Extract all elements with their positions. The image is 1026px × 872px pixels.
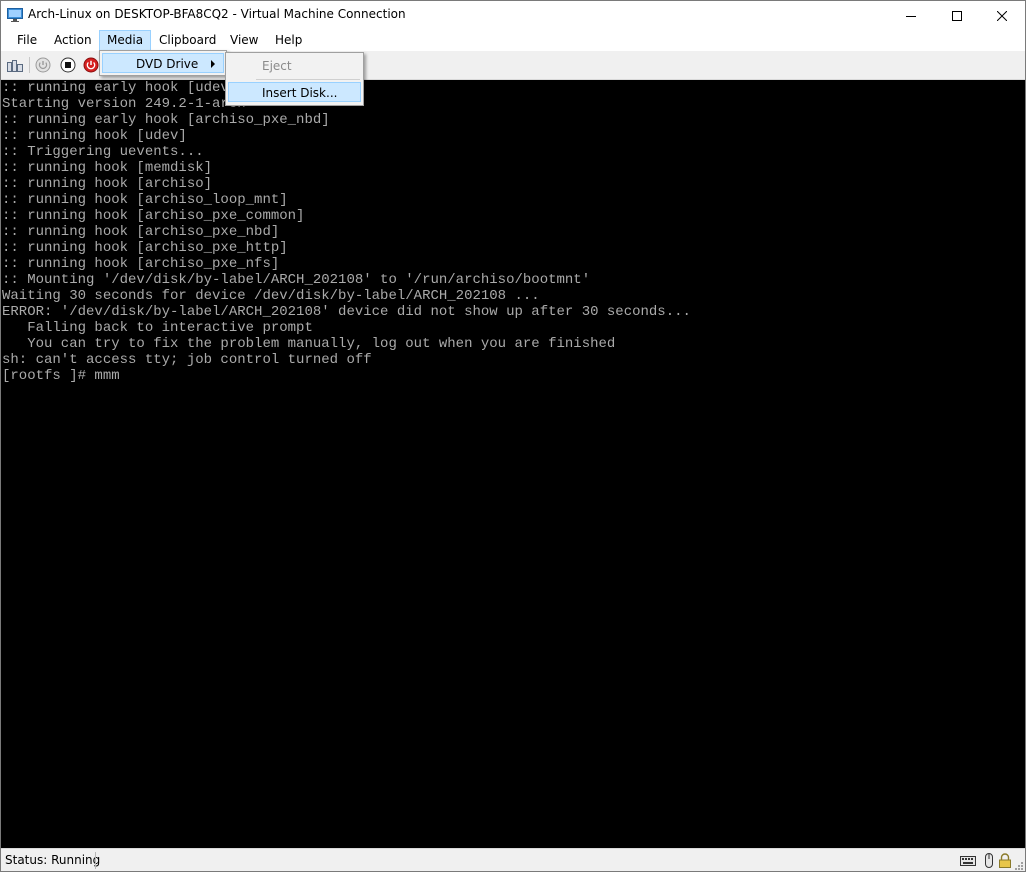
console-line: :: Triggering uevents... (2, 144, 204, 160)
menu-clipboard[interactable]: Clipboard (152, 31, 223, 50)
dvd-drive-submenu: Eject Insert Disk... (225, 52, 364, 106)
menu-view[interactable]: View (223, 31, 265, 50)
status-divider (95, 852, 96, 869)
ctrl-alt-del-button[interactable] (6, 56, 24, 74)
console-line: ERROR: '/dev/disk/by-label/ARCH_202108' … (2, 304, 691, 320)
console-line: Waiting 30 seconds for device /dev/disk/… (2, 288, 540, 304)
console-line: :: running early hook [archiso_pxe_nbd] (2, 112, 330, 128)
console-line: :: running hook [archiso_pxe_http] (2, 240, 288, 256)
menu-help[interactable]: Help (268, 31, 309, 50)
shut-down-button[interactable] (82, 56, 100, 74)
console-prompt-line: [rootfs ]# mmm (2, 368, 120, 384)
menu-item-insert-disk-label: Insert Disk... (262, 86, 338, 100)
console-line: :: running hook [archiso_loop_mnt] (2, 192, 288, 208)
menu-action[interactable]: Action (47, 31, 99, 50)
maximize-button[interactable] (934, 1, 980, 30)
media-menu-dropdown: DVD Drive (99, 50, 227, 76)
menu-bar: File Action Media Clipboard View Help (1, 30, 1025, 51)
console-line: You can try to fix the problem manually,… (2, 336, 616, 352)
vm-console-screen[interactable]: :: running early hook [udev] Starting ve… (1, 80, 1025, 848)
mouse-icon (985, 853, 993, 868)
minimize-icon (906, 15, 916, 17)
close-icon (997, 10, 1007, 21)
keyboard-icon (960, 856, 976, 866)
resize-grip-icon[interactable] (1014, 861, 1024, 871)
start-icon (35, 57, 51, 73)
ctrl-alt-del-icon (7, 60, 23, 72)
toolbar-separator (29, 57, 30, 73)
minimize-button[interactable] (888, 1, 934, 30)
console-line: :: running hook [archiso_pxe_common] (2, 208, 305, 224)
vm-connection-app-icon (7, 8, 23, 22)
menu-item-dvd-drive-label: DVD Drive (136, 57, 199, 71)
turn-off-button[interactable] (59, 56, 77, 74)
start-button[interactable] (34, 56, 52, 74)
title-bar[interactable]: Arch-Linux on DESKTOP-BFA8CQ2 - Virtual … (1, 1, 1025, 30)
menu-media[interactable]: Media (99, 30, 152, 51)
close-button[interactable] (979, 1, 1025, 30)
maximize-icon (952, 10, 962, 21)
console-line: :: running hook [memdisk] (2, 160, 213, 176)
console-line: Falling back to interactive prompt (2, 320, 313, 336)
status-bar: Status: Running (1, 848, 1025, 871)
turn-off-icon (60, 57, 76, 73)
console-line: :: running early hook [udev] (2, 80, 238, 96)
vm-connection-window: Arch-Linux on DESKTOP-BFA8CQ2 - Virtual … (0, 0, 1026, 872)
menu-item-dvd-drive[interactable]: DVD Drive (102, 53, 224, 73)
window-title: Arch-Linux on DESKTOP-BFA8CQ2 - Virtual … (28, 7, 406, 21)
vm-status-text: Status: Running (5, 853, 101, 867)
menu-item-eject-label: Eject (262, 59, 292, 73)
console-line: Starting version 249.2-1-arch (2, 96, 246, 112)
console-line: :: running hook [archiso_pxe_nfs] (2, 256, 280, 272)
console-line: :: running hook [udev] (2, 128, 187, 144)
menu-file[interactable]: File (10, 31, 44, 50)
lock-icon (999, 853, 1011, 868)
shut-down-icon (83, 57, 99, 73)
menu-item-insert-disk[interactable]: Insert Disk... (228, 82, 361, 102)
console-line: sh: can't access tty; job control turned… (2, 352, 372, 368)
console-line: :: Mounting '/dev/disk/by-label/ARCH_202… (2, 272, 591, 288)
menu-separator (256, 79, 360, 80)
submenu-arrow-icon (211, 60, 215, 68)
console-line: :: running hook [archiso] (2, 176, 213, 192)
menu-item-eject[interactable]: Eject (228, 56, 361, 76)
console-line: :: running hook [archiso_pxe_nbd] (2, 224, 280, 240)
